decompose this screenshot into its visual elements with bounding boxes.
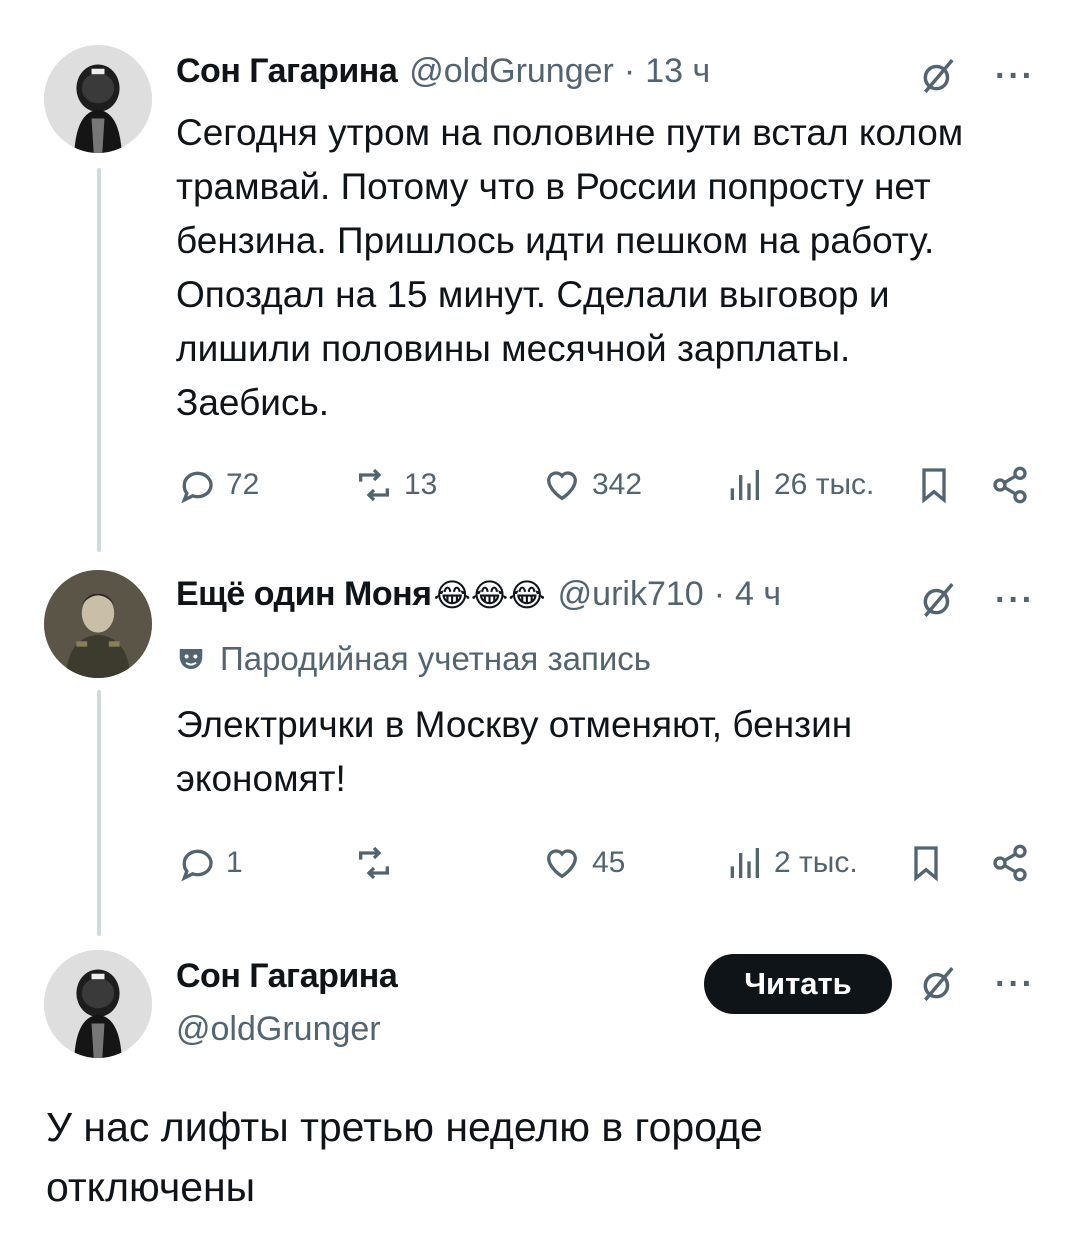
share-icon bbox=[993, 844, 1027, 882]
tweet-time[interactable]: 4 ч bbox=[735, 575, 781, 614]
text-line: Опоздал на 15 минут. Сделали выговор и bbox=[176, 274, 890, 315]
parody-label: Пародийная учетная запись bbox=[220, 640, 651, 677]
views-bars-icon bbox=[730, 848, 759, 878]
thread-page: Сон Гагарина @oldGrunger · 13 ч ··· Сего… bbox=[0, 0, 1080, 1260]
astronaut-avatar-icon bbox=[44, 950, 152, 1058]
author-handle[interactable]: @oldGrunger bbox=[176, 1010, 381, 1049]
thread-line-2 bbox=[97, 690, 101, 936]
bookmark-button[interactable] bbox=[914, 460, 954, 510]
text-line: Заебись. bbox=[176, 382, 330, 423]
views-bars-icon bbox=[730, 470, 759, 500]
tweet-header: Ещё один Моня 😂😂😂 @urik710 · 4 ч bbox=[176, 575, 781, 614]
tweet-header: Сон Гагарина bbox=[176, 957, 398, 996]
reply-bubble-icon bbox=[181, 849, 213, 882]
author-handle[interactable]: @oldGrunger bbox=[409, 52, 614, 91]
tweet-time[interactable]: 13 ч bbox=[645, 52, 710, 91]
grok-slash-icon[interactable] bbox=[916, 962, 960, 1006]
heart-icon bbox=[546, 849, 578, 879]
avatar[interactable] bbox=[44, 45, 152, 153]
bookmark-icon bbox=[922, 468, 946, 504]
avatar[interactable] bbox=[44, 570, 152, 678]
more-dots-icon[interactable]: ··· bbox=[990, 578, 1040, 622]
grok-slash-icon[interactable] bbox=[916, 578, 960, 622]
bookmark-button[interactable] bbox=[906, 838, 946, 888]
like-button[interactable]: 342 bbox=[542, 460, 642, 510]
repost-count: 13 bbox=[404, 468, 438, 501]
text-line: трамвай. Потому что в России попросту не… bbox=[176, 166, 931, 207]
like-button[interactable]: 45 bbox=[542, 838, 625, 888]
soldier-portrait-avatar-icon bbox=[44, 570, 152, 678]
repost-icon bbox=[359, 468, 389, 502]
reply-count: 1 bbox=[226, 846, 243, 879]
tweet-text: У нас лифты третью неделю в городе отклю… bbox=[46, 1097, 1046, 1217]
text-line: бензина. Пришлось идти пешком на работу. bbox=[176, 220, 935, 261]
author-name[interactable]: Сон Гагарина bbox=[176, 957, 398, 996]
views-count: 26 тыс. bbox=[774, 468, 875, 501]
thread-line-1 bbox=[97, 168, 101, 552]
follow-button[interactable]: Читать bbox=[704, 954, 892, 1014]
separator-dot: · bbox=[713, 575, 726, 613]
parody-badge: Пародийная учетная запись bbox=[176, 640, 651, 678]
like-count: 342 bbox=[592, 468, 643, 501]
text-line: экономят! bbox=[176, 758, 346, 799]
laughing-emoji: 😂😂😂 bbox=[433, 576, 546, 613]
more-dots-icon[interactable]: ··· bbox=[990, 962, 1040, 1006]
repost-icon bbox=[359, 846, 389, 880]
like-count: 45 bbox=[592, 846, 626, 879]
share-icon bbox=[993, 466, 1027, 504]
tweet-handle-row: @oldGrunger bbox=[176, 1010, 381, 1049]
more-dots-icon[interactable]: ··· bbox=[990, 54, 1040, 98]
tweet-text: Сегодня утром на половине пути встал кол… bbox=[176, 106, 1036, 430]
grok-slash-icon[interactable] bbox=[916, 54, 960, 98]
repost-button[interactable] bbox=[354, 838, 404, 888]
text-line: Сегодня утром на половине пути встал кол… bbox=[176, 112, 964, 153]
repost-button[interactable]: 13 bbox=[354, 460, 437, 510]
action-bar: 72 13 342 26 тыс. bbox=[176, 460, 1036, 510]
bookmark-icon bbox=[914, 846, 938, 882]
views-button[interactable]: 26 тыс. bbox=[724, 460, 874, 510]
text-line: отключены bbox=[46, 1164, 256, 1210]
separator-dot: · bbox=[623, 52, 636, 90]
mask-icon bbox=[179, 649, 203, 669]
heart-icon bbox=[546, 471, 578, 501]
action-bar: 1 45 2 тыс. bbox=[176, 838, 1036, 888]
reply-count: 72 bbox=[226, 468, 260, 501]
author-name[interactable]: Сон Гагарина bbox=[176, 52, 398, 91]
views-count: 2 тыс. bbox=[774, 846, 858, 879]
astronaut-avatar-icon bbox=[44, 45, 152, 153]
reply-button[interactable]: 72 bbox=[176, 460, 259, 510]
reply-button[interactable]: 1 bbox=[176, 838, 243, 888]
views-button[interactable]: 2 тыс. bbox=[724, 838, 858, 888]
text-line: Электрички в Москву отменяют, бензин bbox=[176, 704, 853, 745]
share-button[interactable] bbox=[990, 838, 1030, 888]
tweet-header: Сон Гагарина @oldGrunger · 13 ч bbox=[176, 52, 710, 91]
author-handle[interactable]: @urik710 bbox=[558, 575, 704, 614]
tweet-text: Электрички в Москву отменяют, бензин эко… bbox=[176, 698, 1036, 806]
avatar[interactable] bbox=[44, 950, 152, 1058]
text-line: лишили половины месячной зарплаты. bbox=[176, 328, 851, 369]
reply-bubble-icon bbox=[181, 471, 213, 504]
text-line: У нас лифты третью неделю в городе bbox=[46, 1104, 763, 1150]
author-name[interactable]: Ещё один Моня bbox=[176, 575, 432, 614]
share-button[interactable] bbox=[990, 460, 1030, 510]
